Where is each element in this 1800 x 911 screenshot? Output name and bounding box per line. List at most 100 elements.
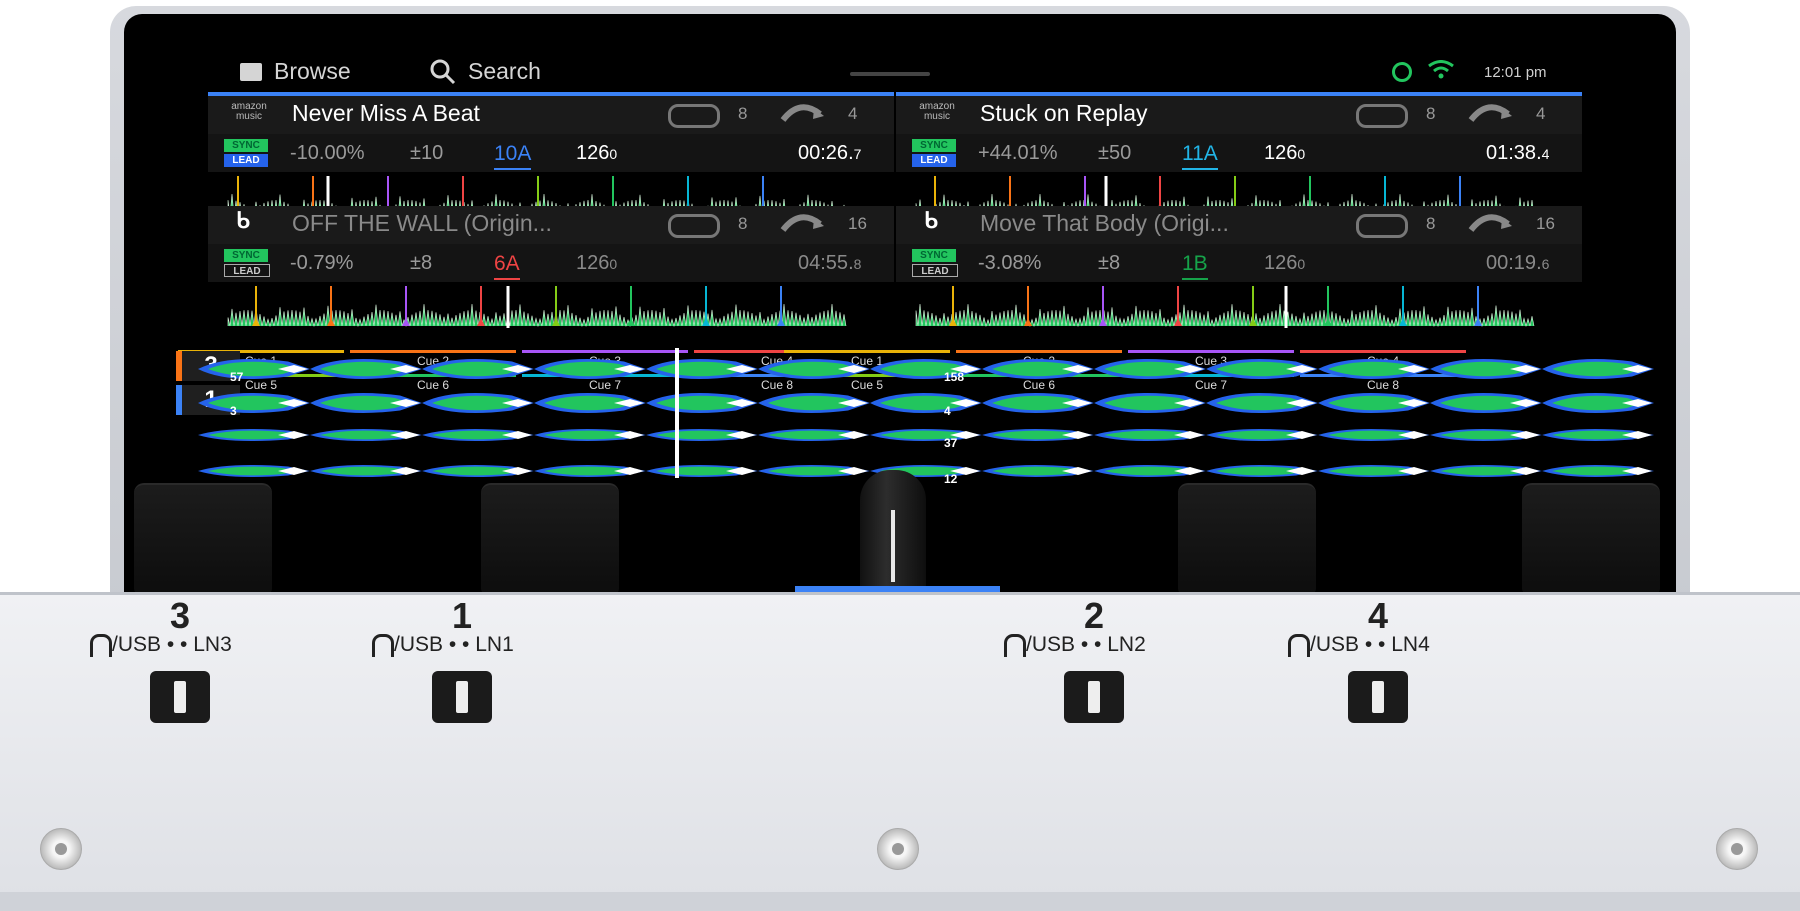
deck-4[interactable]: ᑲ Move That Body (Origi... 8 16 SYNC LEA… bbox=[896, 202, 1582, 328]
jump-size: 4 bbox=[848, 104, 858, 123]
channel-input-switch[interactable] bbox=[1348, 671, 1408, 723]
search-icon bbox=[430, 59, 456, 84]
channel-input-switch[interactable] bbox=[150, 671, 210, 723]
sync-badge[interactable]: SYNC bbox=[224, 139, 268, 152]
channel-number: 4 bbox=[1367, 595, 1389, 636]
pitch-range: ±8 bbox=[410, 252, 433, 274]
channel-source-text: /USB • • LN1 bbox=[394, 633, 514, 656]
knob-1[interactable] bbox=[481, 483, 619, 593]
loop-icon[interactable] bbox=[668, 104, 720, 128]
beat-marker: 57 bbox=[230, 370, 244, 384]
loop-icon[interactable] bbox=[1356, 214, 1408, 238]
pitch-range: ±10 bbox=[410, 142, 444, 164]
channel-source-text: /USB • • LN4 bbox=[1310, 633, 1430, 656]
pitch-range: ±50 bbox=[1098, 142, 1132, 164]
bpm-int: 126 bbox=[576, 252, 610, 274]
browse-button[interactable]: Browse bbox=[240, 58, 351, 85]
lane-waveform[interactable] bbox=[198, 454, 1660, 488]
bpm-int: 126 bbox=[1264, 252, 1298, 274]
lane-waveform[interactable] bbox=[198, 386, 1660, 420]
sync-badge[interactable]: SYNC bbox=[912, 139, 956, 152]
time-main: 01:38 bbox=[1486, 142, 1537, 164]
key-value: 6A bbox=[494, 252, 520, 280]
knob-3[interactable] bbox=[134, 483, 272, 593]
key-value: 11A bbox=[1182, 142, 1218, 170]
deck-2[interactable]: amazon music Stuck on Replay 8 4 SYNC LEA… bbox=[896, 92, 1582, 218]
bpm-dec: 0 bbox=[609, 256, 618, 272]
beat-jump-icon[interactable] bbox=[780, 102, 826, 124]
deck-3[interactable]: ᑲ OFF THE WALL (Origin... 8 16 SYNC LEAD… bbox=[208, 202, 894, 328]
lane-waveform[interactable] bbox=[198, 418, 1660, 452]
channel-input-switch[interactable] bbox=[1064, 671, 1124, 723]
time-dec: 8 bbox=[853, 256, 862, 272]
bpm-int: 126 bbox=[576, 142, 610, 164]
pitch-range: ±8 bbox=[1098, 252, 1121, 274]
channel-source-label: /USB • • LN2 bbox=[1004, 633, 1146, 657]
knob-2[interactable] bbox=[1178, 483, 1316, 593]
track-title[interactable]: Stuck on Replay bbox=[980, 100, 1147, 127]
time-dec: 6 bbox=[1541, 256, 1550, 272]
sync-badge[interactable]: SYNC bbox=[224, 249, 268, 262]
pitch-value: -0.79% bbox=[290, 252, 354, 274]
channel-number: 2 bbox=[1083, 595, 1105, 636]
key-value: 10A bbox=[494, 142, 532, 170]
loop-size: 8 bbox=[738, 104, 748, 123]
overview-waveform[interactable] bbox=[208, 286, 894, 328]
channel-source-text: /USB • • LN2 bbox=[1026, 633, 1146, 656]
clock: 12:01 pm bbox=[1484, 64, 1547, 81]
beat-jump-icon[interactable] bbox=[1468, 212, 1514, 234]
wifi-icon bbox=[1428, 60, 1454, 79]
jump-size: 4 bbox=[1536, 104, 1546, 123]
screw-center bbox=[877, 828, 919, 870]
folder-icon bbox=[240, 62, 262, 81]
channel-input-switch[interactable] bbox=[432, 671, 492, 723]
beat-marker: 37 bbox=[944, 436, 958, 450]
drag-handle[interactable] bbox=[850, 72, 930, 76]
center-knob[interactable] bbox=[860, 470, 926, 592]
switch-lever bbox=[456, 681, 468, 713]
search-button[interactable]: Search bbox=[430, 58, 541, 85]
faceplate: 3 /USB • • LN3 1 /USB • • LN1 2 /USB • •… bbox=[0, 592, 1800, 895]
beat-jump-icon[interactable] bbox=[1468, 102, 1514, 124]
loop-icon[interactable] bbox=[668, 214, 720, 238]
status-bar: Browse Search 12:01 pm bbox=[124, 14, 1676, 86]
time-value: 00:19.6 bbox=[1486, 252, 1550, 274]
beat-marker: 158 bbox=[944, 370, 965, 384]
beatport-icon: ᑲ bbox=[924, 208, 938, 233]
deck-1[interactable]: amazon music Never Miss A Beat 8 4 SYNC L… bbox=[208, 92, 894, 218]
bpm-int: 126 bbox=[1264, 142, 1298, 164]
bpm-value: 1260 bbox=[1264, 142, 1305, 165]
amazon-music-icon: amazon music bbox=[231, 101, 267, 122]
time-value: 00:26.7 bbox=[798, 142, 862, 164]
time-main: 04:55 bbox=[798, 252, 849, 274]
time-main: 00:26 bbox=[798, 142, 849, 164]
channel-source-label: /USB • • LN3 bbox=[90, 633, 232, 657]
beat-jump-icon[interactable] bbox=[780, 212, 826, 234]
knob-4[interactable] bbox=[1522, 483, 1660, 593]
pitch-value: -10.00% bbox=[290, 142, 365, 164]
loop-icon[interactable] bbox=[1356, 104, 1408, 128]
screw-left bbox=[40, 828, 82, 870]
track-title[interactable]: Move That Body (Origi... bbox=[980, 210, 1229, 237]
browse-label: Browse bbox=[274, 58, 351, 84]
lead-badge[interactable]: LEAD bbox=[224, 264, 270, 277]
lead-badge[interactable]: LEAD bbox=[224, 154, 268, 167]
jump-size: 16 bbox=[848, 214, 867, 233]
loop-size: 8 bbox=[1426, 104, 1436, 123]
lead-badge[interactable]: LEAD bbox=[912, 264, 958, 277]
sync-badge[interactable]: SYNC bbox=[912, 249, 956, 262]
loop-size: 8 bbox=[1426, 214, 1436, 233]
track-title[interactable]: OFF THE WALL (Origin... bbox=[292, 210, 552, 237]
headphone-icon bbox=[372, 633, 394, 657]
channel-number: 1 bbox=[451, 595, 473, 636]
track-title[interactable]: Never Miss A Beat bbox=[292, 100, 480, 127]
bpm-dec: 0 bbox=[609, 146, 618, 162]
lane-waveform[interactable] bbox=[198, 352, 1660, 386]
channel-source-label: /USB • • LN4 bbox=[1288, 633, 1430, 657]
switch-lever bbox=[1088, 681, 1100, 713]
lead-badge[interactable]: LEAD bbox=[912, 154, 956, 167]
bpm-dec: 0 bbox=[1297, 256, 1306, 272]
overview-waveform[interactable] bbox=[896, 286, 1582, 328]
quantize-icon[interactable] bbox=[1392, 62, 1412, 82]
time-dec: 7 bbox=[853, 146, 862, 162]
